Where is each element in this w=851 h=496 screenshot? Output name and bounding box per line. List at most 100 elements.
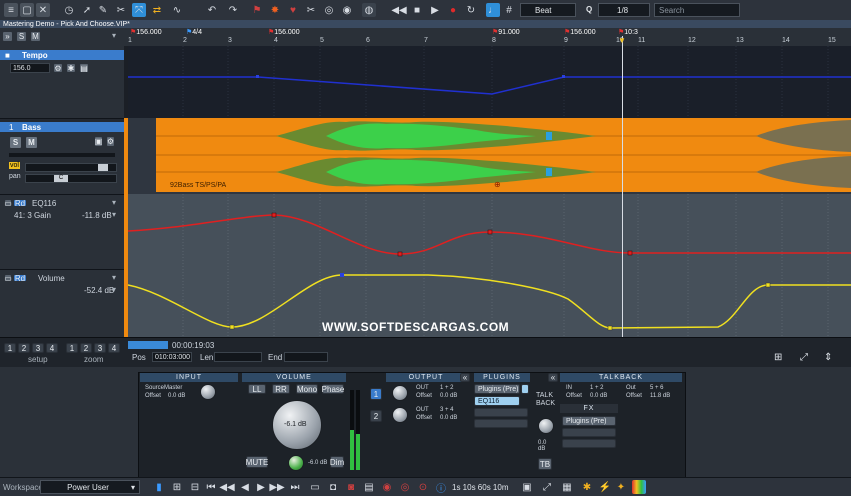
zoom-btn-2[interactable]: 2 bbox=[80, 343, 92, 353]
bass-audio-clip[interactable]: 92Bass TS/PS/PA ⊕ bbox=[156, 118, 851, 192]
rewind-icon[interactable]: ◀◀ bbox=[391, 3, 406, 17]
prev-marker-icon[interactable]: ◀ bbox=[238, 480, 252, 494]
bass-clip-lane[interactable]: 92Bass TS/PS/PA ⊕ bbox=[128, 118, 851, 194]
dvd-icon[interactable]: ◍ bbox=[362, 3, 376, 17]
plugins-bypass-icon[interactable] bbox=[521, 384, 529, 394]
close-view-icon[interactable]: ✕ bbox=[36, 3, 50, 17]
record-icon[interactable]: ● bbox=[446, 3, 460, 17]
phase-button[interactable]: Phase bbox=[322, 384, 344, 394]
playhead[interactable] bbox=[622, 36, 623, 337]
vol-value-dropdown-icon[interactable]: ▾ bbox=[112, 285, 116, 294]
out1-value[interactable]: 1 + 2 bbox=[440, 385, 454, 391]
info-icon[interactable]: ⓘ bbox=[434, 480, 448, 495]
range-tool-icon[interactable]: ⤧ bbox=[132, 3, 146, 17]
panel-icon[interactable]: ▮ bbox=[152, 480, 166, 494]
talkback-tb-button[interactable]: TB bbox=[538, 458, 552, 470]
mono-button[interactable]: Mono bbox=[296, 384, 318, 394]
vol-lane-collapse-icon[interactable]: ▭ bbox=[4, 274, 12, 283]
tempo-graph-icon[interactable]: ▤ bbox=[79, 63, 89, 73]
loop-icon[interactable]: ↻ bbox=[464, 3, 478, 17]
tempo-value-field[interactable]: 156.0 bbox=[10, 63, 50, 73]
quantize-select[interactable]: 1/8 bbox=[598, 3, 650, 17]
fullscreen-icon[interactable]: ⤢ bbox=[540, 480, 554, 494]
heart-icon[interactable]: ♥ bbox=[286, 3, 300, 17]
redo-icon[interactable]: ↷ bbox=[226, 3, 240, 17]
timeline-ruler[interactable]: ⚑156.000 ⚑4/4 ⚑156.000 ⚑91.000 ⚑156.000 … bbox=[128, 28, 851, 47]
eq-envelope[interactable] bbox=[128, 194, 851, 269]
eq-lane-header[interactable]: ▭ Rd EQ116 ▾ 41: 3 Gain -11.8 dB ▾ bbox=[0, 194, 124, 270]
marker-icon[interactable]: ⚑ bbox=[250, 3, 264, 17]
workspace-select[interactable]: Power User ▾ bbox=[40, 480, 140, 494]
bass-volume-slider[interactable] bbox=[25, 163, 117, 172]
tempo-automation-icon[interactable]: ✱ bbox=[66, 63, 76, 73]
plugin-empty-slot-1[interactable] bbox=[474, 408, 528, 417]
collapse-console-icon[interactable]: « bbox=[460, 373, 470, 382]
source-value[interactable]: Master bbox=[164, 385, 182, 391]
scissor-cut-icon[interactable]: ✂ bbox=[304, 3, 318, 17]
zoom-btn-4[interactable]: 4 bbox=[108, 343, 120, 353]
zoom-btn-3[interactable]: 3 bbox=[94, 343, 106, 353]
vol-dropdown-icon[interactable]: ▾ bbox=[112, 273, 116, 282]
stop-icon[interactable]: ■ bbox=[410, 3, 424, 17]
target-icon[interactable]: ◎ bbox=[398, 480, 412, 494]
output-2-knob[interactable] bbox=[392, 407, 408, 423]
dim-button[interactable]: Dim bbox=[330, 456, 344, 468]
bass-fx-icon[interactable]: ⚙ bbox=[106, 136, 115, 147]
undo-icon[interactable]: ↶ bbox=[205, 3, 219, 17]
lock-icon[interactable]: ▣ bbox=[520, 480, 534, 494]
tb-in-value[interactable]: 1 + 2 bbox=[590, 385, 604, 391]
eq-param-dropdown-icon[interactable]: ▾ bbox=[112, 210, 116, 219]
out2-value[interactable]: 3 + 4 bbox=[440, 407, 454, 413]
bass-solo-button[interactable]: S bbox=[9, 136, 22, 149]
tape-icon[interactable]: ◎ bbox=[322, 3, 336, 17]
expand-all-icon[interactable]: ⇕ bbox=[824, 352, 832, 363]
grid-icon[interactable]: # bbox=[502, 3, 516, 17]
next-marker-icon[interactable]: ▶ bbox=[254, 480, 268, 494]
solo-all-button[interactable]: S bbox=[16, 31, 27, 42]
ll-button[interactable]: LL bbox=[248, 384, 266, 394]
next-icon[interactable]: ▶▶ bbox=[269, 480, 284, 494]
star-icon[interactable]: ✦ bbox=[614, 480, 628, 494]
collapse-icon[interactable]: ▾ bbox=[112, 31, 116, 40]
talkback-knob[interactable] bbox=[538, 418, 554, 434]
setup-btn-3[interactable]: 3 bbox=[32, 343, 44, 353]
setup-btn-4[interactable]: 4 bbox=[46, 343, 58, 353]
eq-lane-collapse-icon[interactable]: ▭ bbox=[4, 199, 12, 208]
tempo-track-header[interactable]: ■ Tempo 156.0 ⚙ ✱ ▤ bbox=[0, 46, 124, 119]
prev-icon[interactable]: ◀◀ bbox=[219, 480, 234, 494]
rr-button[interactable]: RR bbox=[272, 384, 290, 394]
setup-btn-1[interactable]: 1 bbox=[4, 343, 16, 353]
scroll-position-bar[interactable] bbox=[128, 341, 168, 349]
grid-view-icon[interactable]: ▦ bbox=[560, 480, 574, 494]
tb-fx-slot[interactable]: Plugins (Pre) bbox=[562, 416, 616, 426]
envelope-icon[interactable]: ∿ bbox=[170, 3, 184, 17]
tb-fx-empty-2[interactable] bbox=[562, 439, 616, 448]
zoom-fit-icon[interactable]: ⤢ bbox=[800, 352, 808, 363]
snap-select[interactable]: Beat bbox=[520, 3, 576, 17]
dim-knob[interactable] bbox=[288, 455, 304, 471]
undo-history-icon[interactable]: ◷ bbox=[62, 3, 76, 17]
scissors-tool-icon[interactable]: ✂ bbox=[114, 3, 128, 17]
bass-mute-button[interactable]: M bbox=[25, 136, 38, 149]
volume-lane-header[interactable]: ▭ Rd Volume ▾ -52.4 dB ▾ bbox=[0, 269, 124, 338]
output-channel-1-button[interactable]: 1 bbox=[370, 388, 382, 400]
metronome-icon[interactable]: ♩ bbox=[486, 3, 500, 17]
spectrum-icon[interactable] bbox=[632, 480, 646, 494]
play-icon[interactable]: ▶ bbox=[428, 3, 442, 17]
eq-dropdown-icon[interactable]: ▾ bbox=[112, 198, 116, 207]
len-field[interactable] bbox=[214, 352, 262, 362]
tempo-envelope[interactable] bbox=[128, 46, 851, 118]
tempo-settings-icon[interactable]: ⚙ bbox=[53, 63, 63, 73]
pencil-tool-icon[interactable]: ✎ bbox=[96, 3, 110, 17]
input-offset-knob[interactable] bbox=[200, 384, 216, 400]
output-channel-2-button[interactable]: 2 bbox=[370, 410, 382, 422]
eye-icon[interactable]: ◉ bbox=[380, 480, 394, 494]
record-settings-icon[interactable]: ◙ bbox=[344, 480, 358, 494]
fit-icon[interactable]: ⊞ bbox=[774, 352, 782, 363]
pointer-tool-icon[interactable]: ➚ bbox=[80, 3, 94, 17]
tempo-envelope-lane[interactable] bbox=[128, 46, 851, 118]
mixer-icon[interactable]: ⊞ bbox=[170, 480, 184, 494]
time-counters[interactable]: 1s 10s 60s 10m bbox=[452, 483, 508, 492]
bass-lock-icon[interactable]: ▣ bbox=[94, 136, 103, 147]
camera-icon[interactable]: ◘ bbox=[326, 480, 340, 494]
